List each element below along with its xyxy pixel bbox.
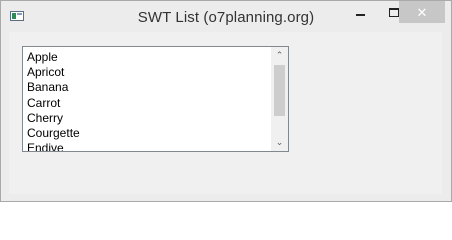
maximize-icon: [388, 7, 399, 17]
scrollbar-thumb[interactable]: [274, 65, 285, 116]
list-item[interactable]: Cherry: [23, 111, 269, 126]
list-item[interactable]: Apple: [23, 50, 269, 65]
title-bar[interactable]: SWT List (o7planning.org) ✕: [1, 1, 451, 31]
fruit-list[interactable]: Apple Apricot Banana Carrot Cherry Courg…: [22, 46, 289, 152]
close-button[interactable]: ✕: [399, 1, 445, 23]
list-item[interactable]: Endive: [23, 141, 269, 151]
app-window: SWT List (o7planning.org) ✕ Apple Aprico…: [0, 0, 452, 202]
list-item[interactable]: Courgette: [23, 126, 269, 141]
scroll-up-icon[interactable]: ⌃: [271, 47, 288, 64]
scroll-down-icon[interactable]: ⌄: [271, 134, 288, 151]
list-item[interactable]: Carrot: [23, 96, 269, 111]
close-icon: ✕: [416, 4, 428, 20]
vertical-scrollbar[interactable]: ⌃ ⌄: [271, 47, 288, 151]
window-content: Apple Apricot Banana Carrot Cherry Courg…: [9, 32, 442, 194]
list-item[interactable]: Banana: [23, 80, 269, 95]
list-item[interactable]: Apricot: [23, 65, 269, 80]
minimize-button[interactable]: [344, 1, 377, 23]
minimize-icon: [356, 14, 365, 16]
list-items: Apple Apricot Banana Carrot Cherry Courg…: [23, 50, 269, 151]
